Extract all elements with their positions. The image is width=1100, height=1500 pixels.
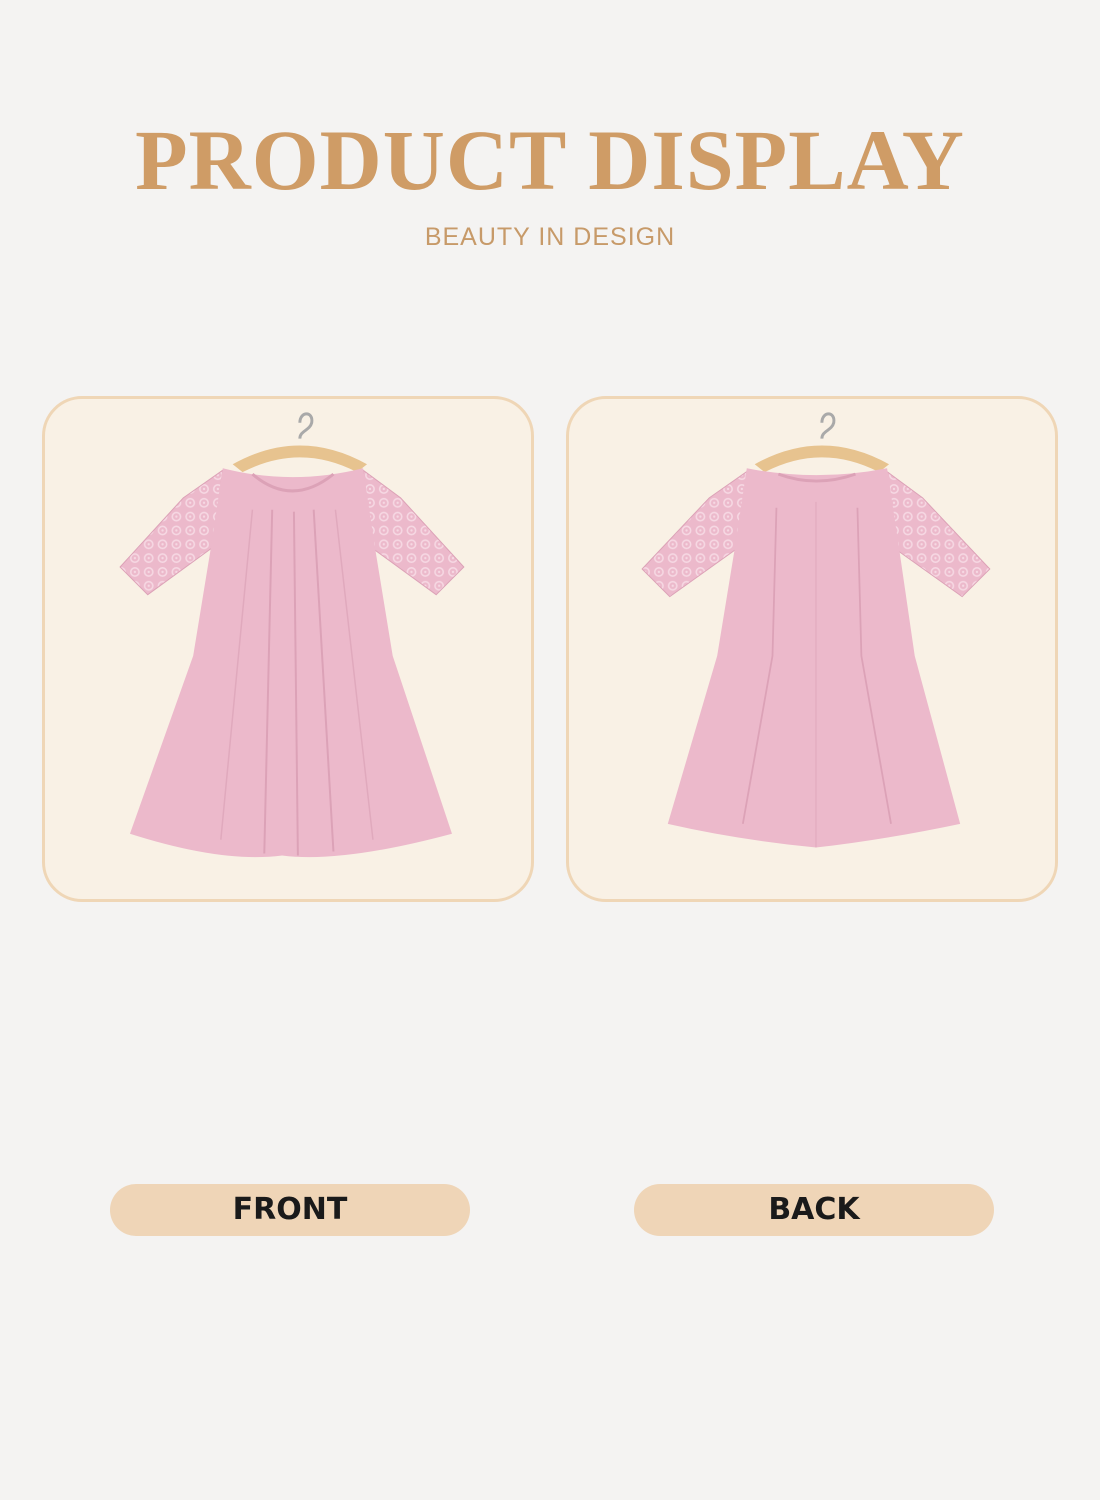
front-image-panel: [42, 396, 534, 902]
dress-back-icon: [641, 412, 991, 848]
front-label: FRONT: [110, 1184, 470, 1236]
back-label: BACK: [634, 1184, 994, 1236]
page-subtitle: BEAUTY IN DESIGN: [424, 223, 676, 251]
dress-front-icon: [119, 412, 465, 858]
page-title: PRODUCT DISPLAY: [135, 112, 965, 208]
back-image-panel: [566, 396, 1058, 902]
